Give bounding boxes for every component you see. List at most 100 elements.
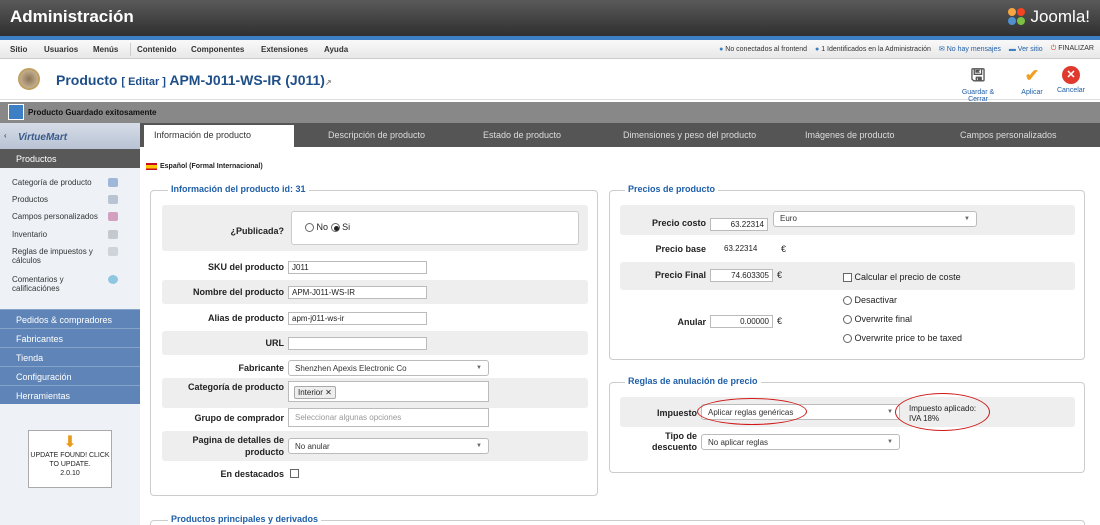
download-arrow-icon: ⬇ bbox=[63, 434, 77, 451]
tab-dimensiones[interactable]: Dimensiones y peso del producto bbox=[623, 130, 756, 140]
cancel-label: Cancelar bbox=[1056, 87, 1085, 94]
sidebar-item-comentarios[interactable]: Comentarios y calificaciónes bbox=[12, 275, 92, 293]
main-menu: Sitio Usuarios Menús Contenido Component… bbox=[0, 40, 1100, 59]
sidebar-products-header[interactable]: Productos bbox=[0, 149, 140, 168]
apply-button[interactable]: ✔ Aplicar bbox=[1018, 64, 1046, 96]
logout-link[interactable]: ⏻ FINALIZAR bbox=[1051, 45, 1094, 53]
cancel-button[interactable]: ✕ Cancelar bbox=[1054, 64, 1088, 94]
tab-imagenes[interactable]: Imágenes de producto bbox=[805, 130, 895, 140]
published-no-radio[interactable] bbox=[305, 223, 314, 233]
sidebar-section-pedidos[interactable]: Pedidos & compradores bbox=[0, 309, 140, 328]
messages-link[interactable]: ✉ No hay mensajes bbox=[939, 45, 1001, 53]
override-taxed-radio[interactable] bbox=[843, 334, 852, 344]
calc-cost-label: Calcular el precio de coste bbox=[854, 272, 961, 282]
cost-input[interactable] bbox=[710, 218, 768, 231]
menu-sitio[interactable]: Sitio bbox=[10, 45, 27, 54]
override-desactivar-radio[interactable] bbox=[843, 296, 852, 306]
price-rules-fieldset bbox=[609, 382, 1085, 473]
menu-ayuda[interactable]: Ayuda bbox=[324, 45, 348, 54]
message-bar: Producto Guardado exitosamente bbox=[0, 102, 1100, 123]
language-label: Español (Formal Internacional) bbox=[160, 163, 263, 170]
menu-usuarios[interactable]: Usuarios bbox=[44, 45, 78, 54]
virtuemart-header: ‹ VirtueMart bbox=[0, 123, 140, 149]
currency-select[interactable]: Euro ▼ bbox=[773, 211, 977, 227]
sidebar-item-categorias[interactable]: Categoría de producto bbox=[12, 178, 120, 187]
discount-select[interactable]: No aplicar reglas ▼ bbox=[701, 434, 900, 450]
remove-tag-icon[interactable]: ✕ bbox=[325, 388, 332, 397]
menu-extensiones[interactable]: Extensiones bbox=[261, 45, 308, 54]
menu-componentes[interactable]: Componentes bbox=[191, 45, 244, 54]
cost-label: Precio costo bbox=[651, 218, 706, 228]
name-label: Nombre del producto bbox=[192, 287, 284, 297]
sidebar: ‹ VirtueMart Productos Categoría de prod… bbox=[0, 123, 140, 525]
frontend-status: ● No conectados al frontend bbox=[719, 46, 807, 53]
sidebar-item-productos[interactable]: Productos bbox=[12, 195, 120, 204]
checkmark-icon: ✔ bbox=[1024, 66, 1040, 85]
sidebar-section-configuracion[interactable]: Configuración bbox=[0, 366, 140, 385]
details-value: No anular bbox=[295, 442, 330, 451]
url-input[interactable] bbox=[288, 337, 427, 350]
frontend-status-text: No conectados al frontend bbox=[725, 45, 807, 53]
virtuemart-logo[interactable]: VirtueMart bbox=[18, 132, 67, 143]
external-link-icon[interactable]: ↗ bbox=[325, 78, 332, 87]
menu-menus[interactable]: Menús bbox=[93, 45, 118, 54]
name-input[interactable] bbox=[288, 286, 427, 299]
discount-value: No aplicar reglas bbox=[708, 438, 769, 447]
group-multiselect[interactable]: Seleccionar algunas opciones bbox=[288, 408, 489, 427]
spain-flag-icon bbox=[146, 163, 157, 170]
tax-rules-icon bbox=[108, 247, 118, 256]
details-select[interactable]: No anular ▼ bbox=[288, 438, 489, 454]
sidebar-item-inventario[interactable]: Inventario bbox=[12, 230, 120, 239]
products-icon bbox=[108, 195, 118, 204]
comments-icon bbox=[108, 275, 118, 284]
sidebar-item-reglas[interactable]: Reglas de impuestos y cálculos bbox=[12, 247, 102, 265]
manufacturer-select[interactable]: Shenzhen Apexis Electronic Co ▼ bbox=[288, 360, 489, 376]
menu-contenido[interactable]: Contenido bbox=[137, 45, 177, 54]
sidebar-section-herramientas[interactable]: Herramientas bbox=[0, 385, 140, 404]
category-tag[interactable]: Interior ✕ bbox=[294, 386, 336, 399]
published-radio-group: No Si bbox=[305, 222, 350, 233]
manufacturer-value: Shenzhen Apexis Electronic Co bbox=[295, 364, 407, 373]
sidebar-section-tienda[interactable]: Tienda bbox=[0, 347, 140, 366]
joomla-logo-icon bbox=[1008, 8, 1026, 26]
monitor-icon: ▬ bbox=[1008, 45, 1016, 53]
update-notice[interactable]: ⬇ UPDATE FOUND! CLICK TO UPDATE. 2.0.10 bbox=[28, 430, 112, 488]
tab-estado[interactable]: Estado de producto bbox=[483, 130, 561, 140]
chevron-down-icon: ▼ bbox=[964, 216, 970, 222]
override-input[interactable] bbox=[710, 315, 773, 328]
override-option-final: Overwrite final bbox=[843, 314, 912, 325]
page-title-text: Producto bbox=[56, 72, 118, 88]
base-price-label: Precio base bbox=[655, 244, 706, 254]
sku-input[interactable] bbox=[288, 261, 427, 274]
tab-informacion[interactable]: Información de producto bbox=[144, 125, 294, 147]
joomla-logo[interactable]: Joomla! bbox=[1008, 7, 1090, 27]
sidebar-item-campos[interactable]: Campos personalizados bbox=[12, 212, 120, 221]
collapse-icon[interactable]: ‹ bbox=[4, 131, 7, 140]
save-close-button[interactable]: 🖫 Guardar & Cerrar bbox=[955, 64, 1001, 103]
update-line2: TO UPDATE. bbox=[49, 461, 91, 468]
override-option-taxed: Overwrite price to be taxed bbox=[843, 333, 962, 344]
chevron-down-icon: ▼ bbox=[476, 443, 482, 449]
save-icon bbox=[8, 104, 24, 120]
published-yes-radio[interactable] bbox=[330, 223, 340, 233]
view-site-link[interactable]: ▬ Ver sitio bbox=[1009, 46, 1043, 53]
featured-checkbox[interactable] bbox=[290, 469, 299, 478]
calc-cost-checkbox[interactable] bbox=[843, 273, 852, 283]
menu-separator bbox=[130, 43, 131, 56]
tab-campos[interactable]: Campos personalizados bbox=[960, 130, 1057, 140]
group-label: Grupo de comprador bbox=[194, 413, 284, 423]
alias-input[interactable] bbox=[288, 312, 427, 325]
toolbar: Producto [ Editar ] APM-J011-WS-IR (J011… bbox=[0, 60, 1100, 103]
override-final-radio[interactable] bbox=[843, 315, 852, 325]
category-icon bbox=[108, 178, 118, 187]
category-multiselect[interactable]: Interior ✕ bbox=[288, 381, 489, 402]
sidebar-section-fabricantes[interactable]: Fabricantes bbox=[0, 328, 140, 347]
final-price-input[interactable] bbox=[710, 269, 773, 282]
product-tabs: Información de producto Descripción de p… bbox=[140, 123, 1100, 147]
tab-descripcion[interactable]: Descripción de producto bbox=[328, 130, 425, 140]
page-title-edit: [ Editar ] bbox=[121, 76, 166, 88]
category-label: Categoría de producto bbox=[187, 382, 284, 392]
calc-cost-option: Calcular el precio de coste bbox=[843, 272, 961, 283]
page-title-product: APM-J011-WS-IR (J011) bbox=[169, 72, 325, 88]
users-icon: ● bbox=[815, 45, 820, 53]
